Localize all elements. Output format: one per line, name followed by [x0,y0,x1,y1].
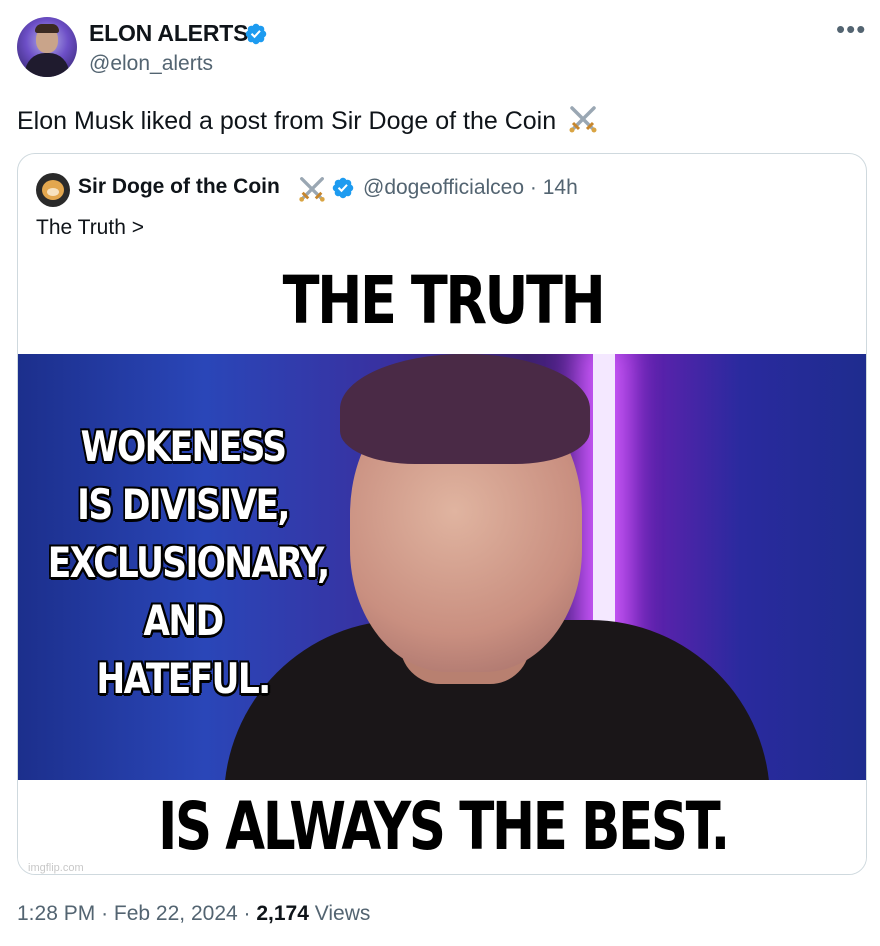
tweet-text: Elon Musk liked a post from Sir Doge of … [17,103,599,136]
author-handle[interactable]: @elon_alerts [89,52,213,76]
meme-side-line: WOKENESS [80,422,287,471]
tweet-text-body: Elon Musk liked a post from Sir Doge of … [17,107,557,135]
quote-time[interactable]: 14h [543,176,578,199]
verified-badge-icon [245,23,267,45]
verified-badge-icon [332,177,354,199]
meme-side-line: EXCLUSIONARY, [47,538,330,587]
meme-top-caption: THE TRUTH [282,262,606,339]
quote-separator: · [529,176,537,199]
meme-side-line: AND [143,596,224,645]
crossed-swords-icon [299,177,325,202]
more-horizontal-icon[interactable]: ••• [836,16,866,42]
person-hair [340,354,590,464]
views-label: Views [314,902,371,925]
quoted-tweet-card[interactable]: Sir Doge of the Coin @dogeofficialceo · … [17,153,867,875]
crossed-swords-icon [569,106,597,133]
meme-watermark: imgflip.com [28,862,84,874]
quote-author-handle[interactable]: @dogeofficialceo [363,176,524,199]
avatar-torso [25,53,69,77]
meme-photo: WOKENESS IS DIVISIVE, EXCLUSIONARY, AND … [18,354,866,780]
quote-meta: @dogeofficialceo · 14h [363,176,578,200]
footer-separator: · [243,902,251,925]
author-name[interactable]: ELON ALERTS [89,20,248,47]
meme-image[interactable]: THE TRUTH WOKENESS IS DIVISIVE, EXCLUSIO… [18,250,866,874]
meme-bottom-caption: IS ALWAYS THE BEST. [158,788,730,865]
meme-side-line: HATEFUL. [96,654,271,703]
tweet-date[interactable]: Feb 22, 2024 [114,902,238,925]
author-avatar[interactable] [17,17,77,77]
views-count: 2,174 [256,902,309,925]
meme-side-caption: WOKENESS IS DIVISIVE, EXCLUSIONARY, AND … [47,418,330,708]
tweet-time[interactable]: 1:28 PM [17,902,95,925]
meme-side-line: IS DIVISIVE, [77,480,290,529]
quote-author-avatar[interactable] [36,173,70,207]
tweet-footer: 1:28 PM · Feb 22, 2024 · 2,174 Views [17,902,370,926]
avatar-hair [35,24,59,33]
quote-author-name[interactable]: Sir Doge of the Coin [78,175,280,199]
quote-text: The Truth > [36,216,144,239]
doge-avatar-icon [42,180,64,200]
footer-separator: · [101,902,109,925]
